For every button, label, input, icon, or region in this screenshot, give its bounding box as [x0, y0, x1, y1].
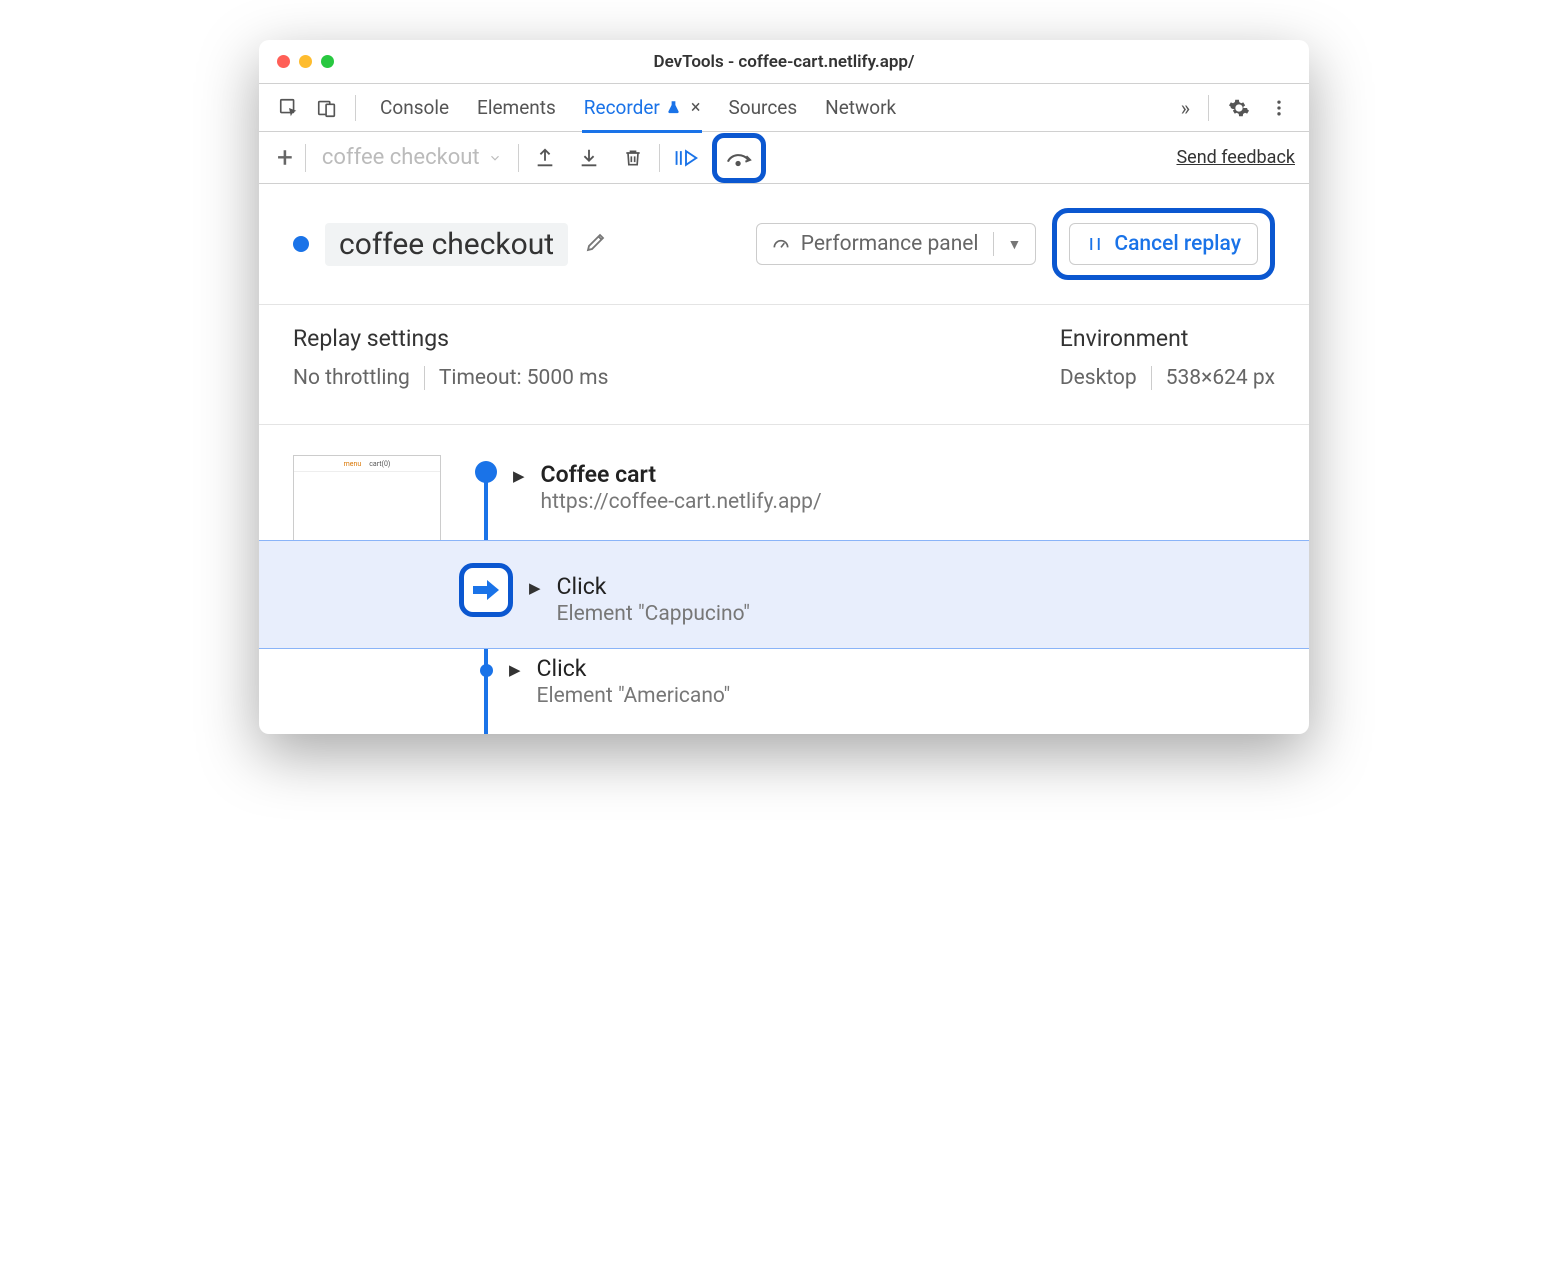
- timeline: ▶ Coffee cart https://coffee-cart.netlif…: [475, 455, 1309, 734]
- divider: [1208, 95, 1209, 121]
- divider: [305, 144, 306, 172]
- step-subtitle: Element "Cappucino": [557, 602, 750, 626]
- recording-name: coffee checkout: [325, 223, 568, 266]
- settings-icon[interactable]: [1223, 92, 1255, 124]
- timeout-value: Timeout: 5000 ms: [439, 366, 609, 390]
- step-marker-start: [475, 461, 497, 483]
- close-window-button[interactable]: [277, 55, 290, 68]
- expand-step-icon[interactable]: ▶: [529, 579, 541, 597]
- thumb-menu-label: menu: [344, 460, 362, 468]
- tab-recorder[interactable]: Recorder ×: [582, 85, 703, 133]
- gauge-icon: [771, 234, 791, 254]
- minimize-window-button[interactable]: [299, 55, 312, 68]
- close-tab-icon[interactable]: ×: [691, 97, 701, 118]
- chevron-down-icon: [488, 151, 502, 165]
- chevron-down-icon: ▼: [1008, 236, 1022, 253]
- divider: [518, 144, 519, 172]
- divider: [355, 95, 356, 121]
- more-options-icon[interactable]: [1263, 92, 1295, 124]
- step-title: Coffee cart: [541, 461, 822, 488]
- traffic-lights: [277, 55, 334, 68]
- settings-row: Replay settings No throttling Timeout: 5…: [259, 305, 1309, 425]
- throttling-value: No throttling: [293, 366, 410, 390]
- replay-settings: Replay settings No throttling Timeout: 5…: [293, 325, 608, 390]
- tab-sources[interactable]: Sources: [726, 85, 799, 130]
- cancel-replay-label: Cancel replay: [1114, 232, 1241, 256]
- pause-icon: [1086, 235, 1104, 253]
- more-tabs-icon[interactable]: »: [1177, 96, 1194, 120]
- tabs: Console Elements Recorder × Sources Netw…: [378, 85, 898, 130]
- current-step-marker: [459, 563, 513, 617]
- expand-step-icon[interactable]: ▶: [513, 467, 525, 485]
- cancel-replay-button[interactable]: Cancel replay: [1069, 223, 1258, 265]
- divider: [424, 366, 425, 390]
- recording-dropdown-label: coffee checkout: [322, 145, 480, 170]
- step-marker: [480, 664, 493, 677]
- environment-header: Environment: [1060, 325, 1275, 352]
- step-title: Click: [557, 573, 750, 600]
- titlebar: DevTools - coffee-cart.netlify.app/: [259, 40, 1309, 84]
- tabbar: Console Elements Recorder × Sources Netw…: [259, 84, 1309, 132]
- divider: [659, 144, 660, 172]
- expand-step-icon[interactable]: ▶: [509, 661, 521, 679]
- step-subtitle: https://coffee-cart.netlify.app/: [541, 490, 822, 514]
- tab-elements[interactable]: Elements: [475, 85, 558, 130]
- environment-device: Desktop: [1060, 366, 1137, 390]
- step-over-highlight: [712, 133, 766, 183]
- recorder-toolbar: + coffee checkout Send feedback: [259, 132, 1309, 184]
- performance-panel-label: Performance panel: [801, 232, 979, 256]
- cancel-replay-highlight: Cancel replay: [1052, 208, 1275, 280]
- step-over-icon[interactable]: [721, 140, 757, 176]
- divider: [1151, 366, 1152, 390]
- step-title: Click: [537, 655, 731, 682]
- replay-settings-header: Replay settings: [293, 325, 608, 352]
- tab-network[interactable]: Network: [823, 85, 898, 130]
- flask-icon: [666, 100, 681, 115]
- step-subtitle: Element "Americano": [537, 684, 731, 708]
- send-feedback-link[interactable]: Send feedback: [1176, 147, 1295, 168]
- tab-console[interactable]: Console: [378, 85, 451, 130]
- step-row-current[interactable]: ▶ Click Element "Cappucino": [259, 540, 1309, 649]
- steps-section: menu cart(0) Total: $0.00 ▶ Coffee cart …: [259, 425, 1309, 734]
- edit-name-button[interactable]: [584, 230, 608, 258]
- arrow-right-icon: [471, 578, 501, 602]
- delete-icon[interactable]: [615, 140, 651, 176]
- environment-settings: Environment Desktop 538×624 px: [1060, 325, 1275, 390]
- environment-viewport: 538×624 px: [1166, 366, 1275, 390]
- new-recording-button[interactable]: +: [273, 141, 297, 174]
- divider: [993, 232, 994, 256]
- recording-dropdown[interactable]: coffee checkout: [314, 145, 510, 170]
- tab-recorder-label: Recorder: [584, 96, 660, 119]
- import-icon[interactable]: [571, 140, 607, 176]
- recording-status-dot: [293, 236, 309, 252]
- performance-panel-select[interactable]: Performance panel ▼: [756, 223, 1037, 265]
- export-icon[interactable]: [527, 140, 563, 176]
- inspect-element-icon[interactable]: [273, 92, 305, 124]
- devtools-window: DevTools - coffee-cart.netlify.app/ Cons…: [259, 40, 1309, 734]
- window-title: DevTools - coffee-cart.netlify.app/: [259, 52, 1309, 72]
- resume-icon[interactable]: [668, 140, 704, 176]
- thumb-cart-label: cart(0): [369, 460, 390, 468]
- step-row[interactable]: ▶ Coffee cart https://coffee-cart.netlif…: [475, 455, 1309, 540]
- device-toggle-icon[interactable]: [311, 92, 343, 124]
- recording-header: coffee checkout Performance panel ▼ Canc…: [259, 184, 1309, 305]
- maximize-window-button[interactable]: [321, 55, 334, 68]
- step-row[interactable]: ▶ Click Element "Americano": [475, 649, 1309, 734]
